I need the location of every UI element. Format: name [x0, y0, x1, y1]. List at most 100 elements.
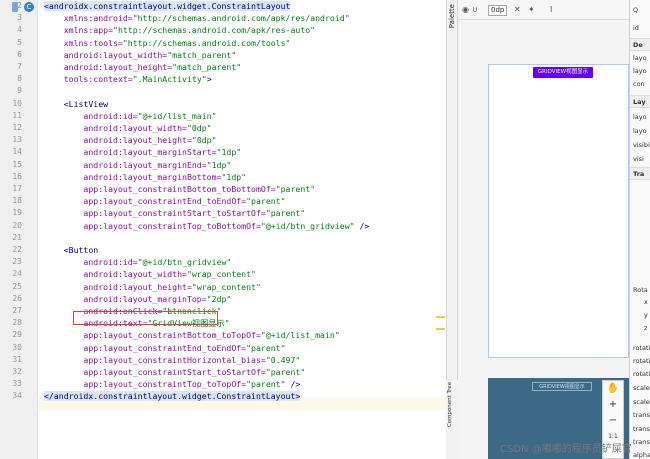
attr-item[interactable]: rotati	[633, 357, 650, 365]
design-surface[interactable]: ◉ ∪ 0dp ✕ ✦ I GRIDVIEW视图显示 GRIDVIEW视图显示 …	[458, 0, 629, 459]
attr-item: Rota	[633, 286, 648, 294]
code-token: "http://schemas.android.com/tools"	[122, 37, 291, 48]
code-line[interactable]: app:layout_constraintTop_toBottomOf="@+i…	[44, 220, 369, 232]
attr-item[interactable]: visi	[633, 155, 644, 163]
code-token: android:id=	[44, 257, 138, 268]
code-line[interactable]: app:layout_constraintStart_toStartOf="pa…	[44, 207, 305, 219]
code-token: "@+id/list_main"	[137, 110, 217, 121]
code-line[interactable]: app:layout_constraintBottom_toTopOf="@+i…	[44, 329, 339, 341]
code-line[interactable]: tools:context=".MainActivity">	[44, 73, 212, 85]
attr-group-declared[interactable]: De	[630, 38, 650, 51]
code-line[interactable]: android:layout_width="0dp"	[44, 122, 212, 134]
code-line[interactable]: <ListView	[44, 98, 108, 110]
code-token: "0dp"	[191, 135, 217, 146]
attr-item[interactable]: scaleY	[633, 398, 650, 406]
phone-preview[interactable]: GRIDVIEW视图显示	[488, 64, 629, 358]
code-line[interactable]: android:layout_marginTop="2dp"	[44, 293, 231, 305]
code-line[interactable]: android:layout_height="wrap_content"	[44, 281, 260, 293]
code-line[interactable]: <androidx.constraintlayout.widget.Constr…	[44, 0, 291, 12]
default-margin-select[interactable]: 0dp	[488, 5, 508, 16]
code-line[interactable]: xmlns:app="http://schemas.android.com/ap…	[44, 24, 315, 36]
code-token: xmlns:app=	[44, 25, 114, 36]
code-token: "0dp"	[186, 123, 212, 133]
line-number: 9	[17, 86, 22, 96]
line-number: 5	[17, 37, 22, 47]
warning-marker	[436, 328, 445, 330]
watermark: CSDN @嘟嘟的程序员铲屎官	[500, 444, 632, 455]
search-icon[interactable]: Q	[633, 6, 638, 14]
code-token: app:layout_constraintTop_toBottomOf=	[44, 220, 261, 231]
component-tree-tab[interactable]: Component Tree	[447, 382, 453, 427]
attr-item[interactable]: rotati	[633, 370, 650, 378]
magnet-icon[interactable]: ∪	[472, 4, 478, 16]
line-number: 29	[12, 330, 22, 340]
attr-item[interactable]: x	[644, 298, 648, 306]
attr-group-transform[interactable]: Tra	[630, 167, 650, 180]
code-line[interactable]: xmlns:tools="http://schemas.android.com/…	[44, 37, 291, 49]
code-line[interactable]: android:layout_marginStart="1dp"	[44, 146, 241, 158]
code-line[interactable]: android:layout_width="match_parent"	[44, 49, 237, 61]
code-token: android:layout_marginBottom=	[44, 171, 222, 182]
line-number: 2	[17, 1, 22, 10]
code-line[interactable]: app:layout_constraintHorizontal_bias="0.…	[44, 354, 300, 366]
zoom-out-button[interactable]: −	[603, 413, 623, 429]
attributes-panel: Q id De layo layo con Lay layo layo visi…	[629, 0, 650, 459]
code-token: "2dp"	[206, 293, 232, 304]
code-line[interactable]: android:layout_marginBottom="1dp"	[44, 171, 246, 183]
line-number: 21	[12, 232, 22, 242]
code-token: "http://schemas.android.com/apk/res/andr…	[132, 13, 350, 24]
attr-item[interactable]: y	[644, 311, 648, 319]
code-line[interactable]: xmlns:android="http://schemas.android.co…	[44, 12, 350, 24]
pan-icon[interactable]: ✋	[603, 381, 623, 397]
code-line[interactable]: android:id="@+id/btn_gridview"	[44, 256, 231, 268]
code-line[interactable]: app:layout_constraintTop_toTopOf="parent…	[44, 378, 300, 390]
attr-item[interactable]: transl	[633, 438, 650, 446]
code-line[interactable]: </androidx.constraintlayout.widget.Const…	[44, 390, 301, 402]
clear-constraints-icon[interactable]: ✕	[514, 4, 521, 16]
code-token: android:layout_width=	[44, 123, 187, 133]
code-line[interactable]: android:layout_height="0dp"	[44, 134, 217, 146]
code-token: />	[354, 220, 370, 231]
component-tree-strip[interactable]: Component Tree	[446, 380, 458, 459]
attr-item[interactable]: alpha	[633, 451, 650, 459]
infer-constraints-icon[interactable]: ✦	[528, 4, 535, 16]
code-line[interactable]: android:layout_marginEnd="1dp"	[44, 159, 231, 171]
line-number: 10	[12, 98, 22, 108]
code-line[interactable]: app:layout_constraintEnd_toEndOf="parent…	[44, 195, 285, 207]
line-number: 15	[12, 159, 22, 169]
code-line[interactable]: app:layout_constraintEnd_toEndOf="parent…	[44, 342, 285, 354]
attr-item[interactable]: transl	[633, 425, 650, 433]
attr-item[interactable]: rotati	[633, 344, 650, 352]
guidelines-icon[interactable]: I	[550, 4, 552, 16]
attr-item[interactable]: layo	[633, 113, 647, 121]
code-line[interactable]: app:layout_constraintStart_toStartOf="pa…	[44, 366, 305, 378]
attr-item[interactable]: transl	[633, 411, 650, 419]
code-token: "parent"	[275, 184, 316, 194]
attr-item[interactable]: layo	[633, 67, 647, 75]
attr-group-layout[interactable]: Lay	[630, 95, 650, 108]
code-line[interactable]: app:layout_constraintBottom_toBottomOf="…	[44, 183, 315, 195]
code-token: xmlns:android=	[44, 13, 133, 24]
attr-item[interactable]: con	[633, 80, 645, 88]
code-token: android:layout_height=	[44, 62, 173, 72]
code-line[interactable]: android:layout_height="match_parent"	[44, 61, 241, 73]
code-line[interactable]: <Button	[44, 244, 99, 256]
attr-item[interactable]: z	[644, 324, 647, 332]
attr-item[interactable]: layo	[633, 54, 647, 62]
code-line[interactable]: android:id="@+id/list_main"	[44, 110, 217, 122]
eye-icon[interactable]: ◉	[462, 4, 469, 16]
gridview-button-preview[interactable]: GRIDVIEW视图显示	[533, 67, 593, 78]
attr-item[interactable]: layo	[633, 127, 647, 135]
zoom-in-button[interactable]: +	[603, 397, 623, 413]
class-gutter-icon[interactable]: C	[24, 2, 34, 12]
code-token: <ListView	[44, 98, 109, 109]
attr-item[interactable]: scaleX	[633, 384, 650, 392]
line-number: 26	[12, 293, 22, 303]
line-number: 28	[12, 318, 22, 328]
attr-item[interactable]: visibi	[633, 141, 650, 149]
code-editor[interactable]: 2 3 4 5 6 7 8 9 10 11 12 13 14 15 16 17 18 19 20 21 22 23 24 25…	[0, 0, 446, 459]
gridview-button-blueprint[interactable]: GRIDVIEW视图显示	[532, 382, 592, 391]
palette-tab[interactable]: Palette	[448, 4, 456, 28]
code-line[interactable]: android:layout_width="wrap_content"	[44, 268, 256, 280]
code-token: app:layout_constraintBottom_toTopOf=	[44, 330, 261, 341]
